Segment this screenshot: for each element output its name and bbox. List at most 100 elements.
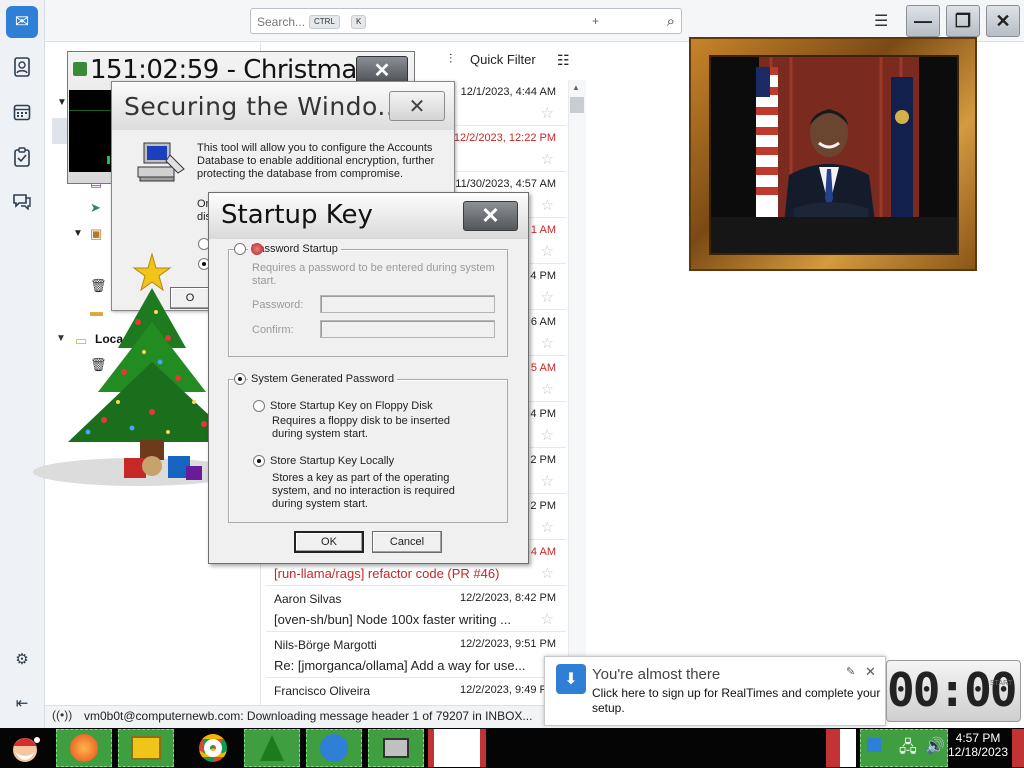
taskbar-firefox[interactable] — [56, 729, 112, 767]
show-desktop-button[interactable] — [1012, 729, 1024, 767]
table-row[interactable]: Nils-Börge Margotti 12/2/2023, 9:51 PM Re:… — [266, 632, 566, 678]
archive-icon[interactable]: ▣ — [90, 226, 102, 242]
startup-key-close-button[interactable]: ✕ — [463, 201, 518, 231]
taskbar-security[interactable] — [368, 729, 424, 767]
timer-display — [69, 90, 114, 172]
realtimes-tray-icon[interactable] — [867, 738, 881, 752]
securing-description: This tool will allow you to configure th… — [197, 142, 435, 180]
filter-icon[interactable]: ⫶ — [449, 51, 452, 67]
message-sender: Francisco Oliveira — [274, 684, 371, 698]
message-date: 6 AM — [530, 316, 556, 328]
table-row[interactable]: Aaron Silvas 12/2/2023, 8:42 PM [oven-sh/b… — [266, 586, 566, 632]
star-icon[interactable]: ☆ — [541, 104, 554, 122]
scroll-up-icon[interactable]: ▲ — [572, 83, 580, 92]
system-generated-radio[interactable] — [234, 373, 246, 385]
list-options-icon[interactable]: ☷ — [557, 52, 570, 69]
search-input[interactable]: Search... CTRL + K ⌕ — [250, 8, 682, 34]
message-sender: Nils-Börge Margotti — [274, 638, 377, 652]
taskbar-blank-item[interactable] — [434, 729, 480, 767]
tree-icon — [260, 735, 284, 761]
notification-body[interactable]: Click here to sign up for RealTimes and … — [592, 686, 882, 716]
message-date: 2 PM — [530, 454, 556, 466]
restore-button[interactable]: ❐ — [946, 5, 980, 37]
taskbar-explorer[interactable] — [118, 729, 174, 767]
message-date: 12/1/2023, 4:44 AM — [460, 86, 556, 98]
sent-icon[interactable]: ➤ — [90, 200, 101, 216]
star-icon[interactable]: ☆ — [541, 610, 554, 628]
message-subject: [run-llama/rags] refactor code (PR #46) — [274, 566, 500, 581]
picture-frame — [689, 37, 977, 271]
message-date: 1 AM — [530, 224, 556, 236]
password-startup-desc: Requires a password to be entered during… — [252, 262, 495, 287]
star-icon[interactable]: ☆ — [541, 380, 554, 398]
quick-filter-button[interactable]: Quick Filter — [470, 52, 536, 67]
firefox-icon — [70, 734, 98, 762]
message-date: 4 PM — [530, 270, 556, 282]
startup-key-title: Startup Key — [221, 200, 373, 230]
taskbar-tree-app[interactable] — [244, 729, 300, 767]
star-icon[interactable]: ☆ — [541, 334, 554, 352]
floppy-desc: Requires a floppy disk to be inserted du… — [272, 415, 450, 440]
password-label: Password: — [252, 299, 304, 311]
pin-icon[interactable]: ✎ — [846, 665, 855, 678]
password-field[interactable] — [320, 295, 495, 313]
star-icon[interactable]: ☆ — [541, 472, 554, 490]
taskbar-clock[interactable]: 4:57 PM 12/18/2023 — [946, 731, 1010, 759]
star-icon[interactable]: ☆ — [541, 564, 554, 582]
clock-time: 4:57 PM — [955, 731, 1001, 745]
stopwatch-start-button[interactable]: START — [990, 680, 1012, 687]
activity-icon: ((•)) — [52, 708, 73, 722]
ok-button[interactable]: OK — [294, 531, 364, 553]
message-date: 4 AM — [530, 546, 556, 558]
star-icon[interactable]: ☆ — [541, 196, 554, 214]
locally-radio[interactable] — [253, 455, 265, 467]
volume-icon[interactable]: 🔊 — [925, 736, 945, 756]
taskbar-mail[interactable] — [306, 729, 362, 767]
calendar-icon[interactable] — [9, 99, 35, 125]
message-date: 5 AM — [530, 362, 556, 374]
star-icon[interactable]: ☆ — [541, 150, 554, 168]
collapse-icon[interactable]: ⇤ — [9, 690, 35, 716]
address-book-icon[interactable] — [9, 54, 35, 80]
network-icon[interactable]: 🖧 — [899, 736, 917, 763]
start-button[interactable] — [2, 729, 48, 767]
star-icon[interactable]: ☆ — [541, 426, 554, 444]
locally-label[interactable]: Store Startup Key Locally — [270, 455, 394, 467]
star-icon[interactable]: ☆ — [541, 288, 554, 306]
star-icon[interactable]: ☆ — [541, 518, 554, 536]
chrome-icon — [199, 734, 227, 762]
scrollbar[interactable] — [568, 80, 586, 705]
minimize-button[interactable]: — — [906, 5, 940, 37]
computer-task-icon — [383, 738, 409, 758]
settings-icon[interactable]: ⚙ — [9, 646, 35, 672]
hamburger-menu-icon[interactable]: ☰ — [874, 11, 888, 31]
message-date: 12/2/2023, 9:49 PM — [459, 684, 556, 696]
floppy-label[interactable]: Store Startup Key on Floppy Disk — [270, 400, 433, 412]
confirm-field[interactable] — [320, 320, 495, 338]
taskbar-chrome[interactable] — [185, 729, 241, 767]
notification-close-icon[interactable]: ✕ — [865, 664, 876, 680]
close-button[interactable]: ✕ — [986, 5, 1020, 37]
scrollbar-thumb[interactable] — [570, 97, 584, 113]
search-icon[interactable]: ⌕ — [667, 13, 675, 30]
star-icon[interactable]: ☆ — [541, 242, 554, 260]
tasks-icon[interactable] — [9, 144, 35, 170]
password-startup-radio[interactable] — [234, 243, 246, 255]
chevron-down-icon[interactable]: ▼ — [73, 228, 83, 239]
securing-close-button[interactable]: ✕ — [389, 91, 445, 121]
system-generated-label[interactable]: System Generated Password — [248, 373, 398, 385]
timer-close-button[interactable]: ✕ — [356, 56, 408, 84]
securing-dialog-title: Securing the Windo... — [124, 92, 403, 121]
mail-app-icon — [320, 734, 348, 762]
chevron-down-icon[interactable]: ▼ — [57, 97, 67, 108]
shortcut-plus: + — [592, 14, 600, 28]
mail-icon[interactable]: ✉ — [6, 6, 38, 38]
floppy-radio[interactable] — [253, 400, 265, 412]
show-hidden-icons[interactable] — [840, 729, 856, 767]
mouse-cursor — [251, 243, 263, 255]
message-subject: [oven-sh/bun] Node 100x faster writing .… — [274, 612, 512, 627]
cancel-button[interactable]: Cancel — [372, 531, 442, 553]
computer-icon — [136, 141, 186, 183]
chat-icon[interactable] — [9, 188, 35, 214]
confirm-label: Confirm: — [252, 324, 294, 336]
